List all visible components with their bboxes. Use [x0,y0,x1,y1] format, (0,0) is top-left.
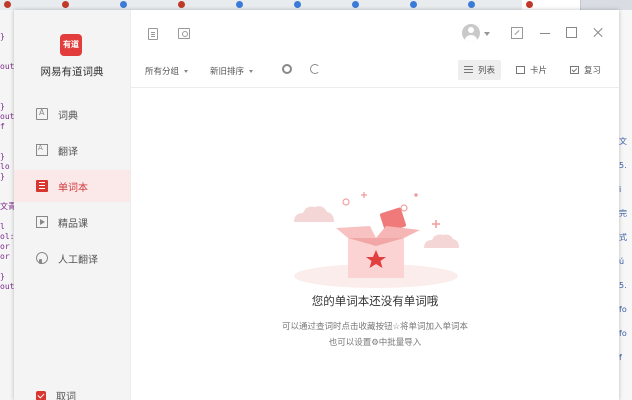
empty-state-hint-import: 也可以设置⚙中批量导入 [328,338,422,348]
wordbook-icon [36,180,48,192]
code-glyph: ol: [0,232,14,241]
browser-tab-active[interactable] [522,0,581,10]
bg-glyph: 完 [619,209,627,218]
minimize-icon[interactable] [539,27,551,39]
code-glyph: or [0,252,10,261]
maximize-icon[interactable] [566,27,577,38]
code-glyph: out [0,62,14,71]
sidebar-item-label: 人工翻译 [58,254,98,266]
background-code-editor: } out } out f } lo } 文青 l ol: or or } ou… [0,10,14,400]
bg-glyph: fo [619,329,627,338]
code-glyph: } [0,152,5,161]
document-icon[interactable] [148,28,158,40]
refresh-icon[interactable] [310,64,320,74]
sidebar-item-course[interactable]: 精品课 [14,206,130,238]
code-glyph: or [0,242,10,251]
card-icon [516,66,525,74]
bg-glyph: ú [619,257,625,266]
human-translate-icon [36,252,48,264]
background-page-edge: 文 5. i 完 式 ú 5. fo fo f [619,10,632,400]
group-filter-label: 所有分组 [145,67,180,77]
browser-tab[interactable] [0,0,59,10]
code-glyph: f [0,122,5,131]
browser-tab[interactable] [174,0,233,10]
chevron-down-icon [184,69,189,73]
code-glyph: l [0,222,5,231]
browser-tab[interactable] [348,0,407,10]
view-list-button[interactable]: 列表 [458,60,502,80]
sidebar-item-translate[interactable]: 翻译 [14,134,130,166]
browser-tab-strip [0,0,632,10]
sidebar-item-wordbook[interactable]: 单词本 [14,170,130,202]
course-icon [36,216,48,228]
sort-order-dropdown[interactable]: 新旧排序 [210,65,254,77]
youdao-logo-icon: 有道 [60,34,82,56]
gear-icon[interactable] [282,64,292,74]
pin-window-icon[interactable] [511,27,523,39]
browser-tab[interactable] [406,0,465,10]
code-glyph: lo [0,162,10,171]
app-brand-name: 网易有道词典 [40,66,104,78]
review-icon [570,66,579,74]
bg-glyph: 5. [619,161,627,170]
sidebar: 有道 网易有道词典 词典 翻译 单词本 精品课 人工翻译 取词 [14,10,131,400]
view-card-button[interactable]: 卡片 [510,60,553,80]
code-glyph: out [0,112,14,121]
sidebar-item-label: 单词本 [58,182,88,194]
empty-box-illustration [294,192,459,288]
toolbar-divider [131,87,619,88]
word-capture-label: 取词 [56,392,76,400]
close-icon[interactable] [592,27,604,39]
empty-state-hint-favorite: 可以通过查词时点击收藏按钮☆将单词加入单词本 [281,322,469,332]
bg-glyph: 式 [619,233,627,242]
checkbox-checked-icon[interactable] [36,390,46,400]
sidebar-item-dictionary[interactable]: 词典 [14,98,130,130]
bg-glyph: 5. [619,281,627,290]
browser-tab[interactable] [116,0,175,10]
browser-tab[interactable] [464,0,523,10]
chevron-down-icon[interactable] [484,32,490,36]
group-filter-dropdown[interactable]: 所有分组 [145,65,189,77]
chevron-down-icon [249,69,254,73]
sidebar-item-label: 翻译 [58,146,78,158]
review-button[interactable]: 复习 [564,60,607,80]
browser-tab[interactable] [58,0,117,10]
bg-glyph: i [619,185,622,194]
bg-glyph: 文 [619,137,627,146]
translate-icon [36,144,48,156]
sidebar-item-human-translate[interactable]: 人工翻译 [14,242,130,274]
list-icon [464,66,473,74]
empty-state-title: 您的单词本还没有单词哦 [311,294,439,308]
screenshot-icon[interactable] [178,28,190,39]
browser-tab[interactable] [290,0,349,10]
youdao-dictionary-window: 有道 网易有道词典 词典 翻译 单词本 精品课 人工翻译 取词 [14,10,619,400]
word-capture-toggle[interactable]: 取词 [36,388,76,400]
code-glyph: } [0,32,5,41]
review-label: 复习 [584,66,602,76]
dictionary-icon [36,108,48,120]
code-glyph: 文青 [0,202,14,211]
sidebar-item-label: 精品课 [58,218,88,230]
sort-order-label: 新旧排序 [210,67,245,77]
view-list-label: 列表 [478,66,496,76]
view-card-label: 卡片 [530,66,548,76]
code-glyph: } [0,102,5,111]
code-glyph: } [0,172,5,181]
bg-glyph: fo [619,305,627,314]
code-glyph: } [0,272,5,281]
sidebar-item-label: 词典 [58,110,78,122]
bg-glyph: f [619,353,622,362]
code-glyph: out [0,282,14,291]
user-avatar[interactable] [462,24,480,42]
browser-tab[interactable] [232,0,291,10]
